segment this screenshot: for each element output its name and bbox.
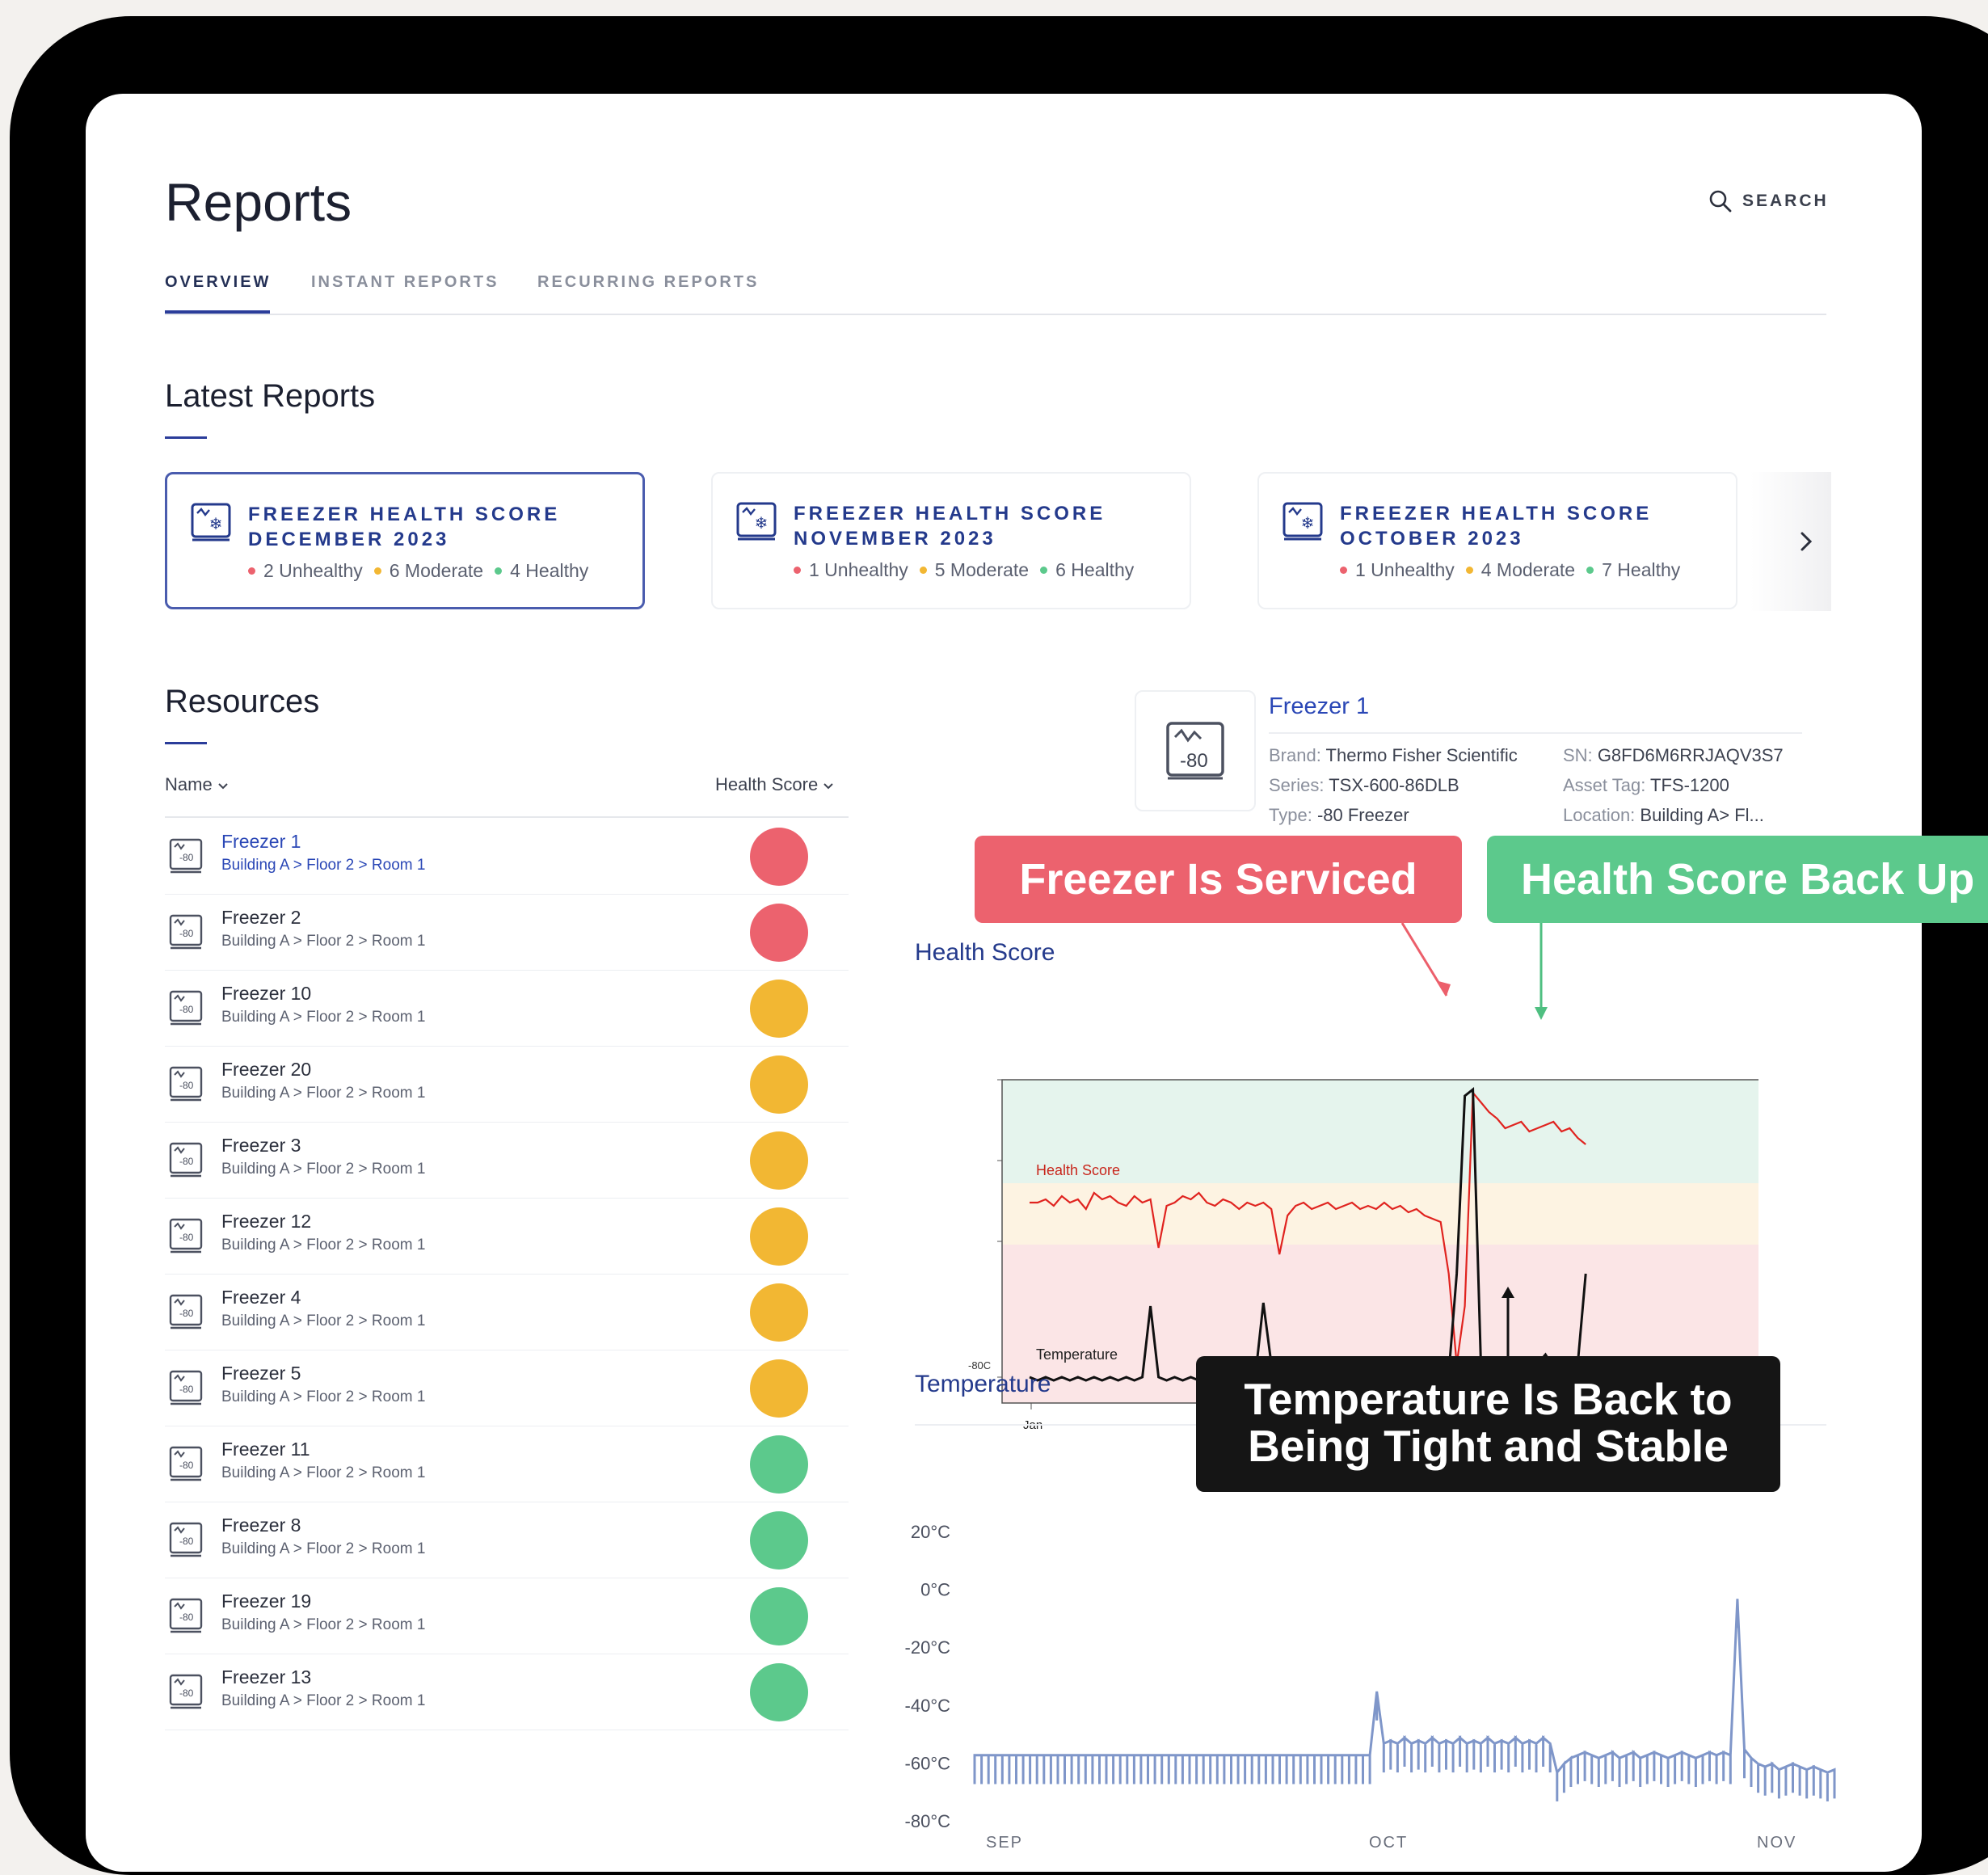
callout-temperature-stable: Temperature Is Back to Being Tight and S… [1196,1356,1780,1492]
serviced-arrow [1400,922,1448,996]
temperature-arrowhead [1502,1287,1514,1298]
callout-health-back-up: Health Score Back Up [1487,836,1988,923]
callout-temperature-line-2: Being Tight and Stable [1248,1421,1729,1471]
x-tick-label: OCT [1369,1834,1408,1852]
health-back-arrowhead [1535,1007,1548,1020]
x-tick-label: NOV [1757,1834,1796,1852]
callout-freezer-serviced: Freezer Is Serviced [975,836,1462,923]
callout-temperature-line-1: Temperature Is Back to [1244,1374,1733,1424]
x-tick-label: SEP [986,1834,1023,1852]
